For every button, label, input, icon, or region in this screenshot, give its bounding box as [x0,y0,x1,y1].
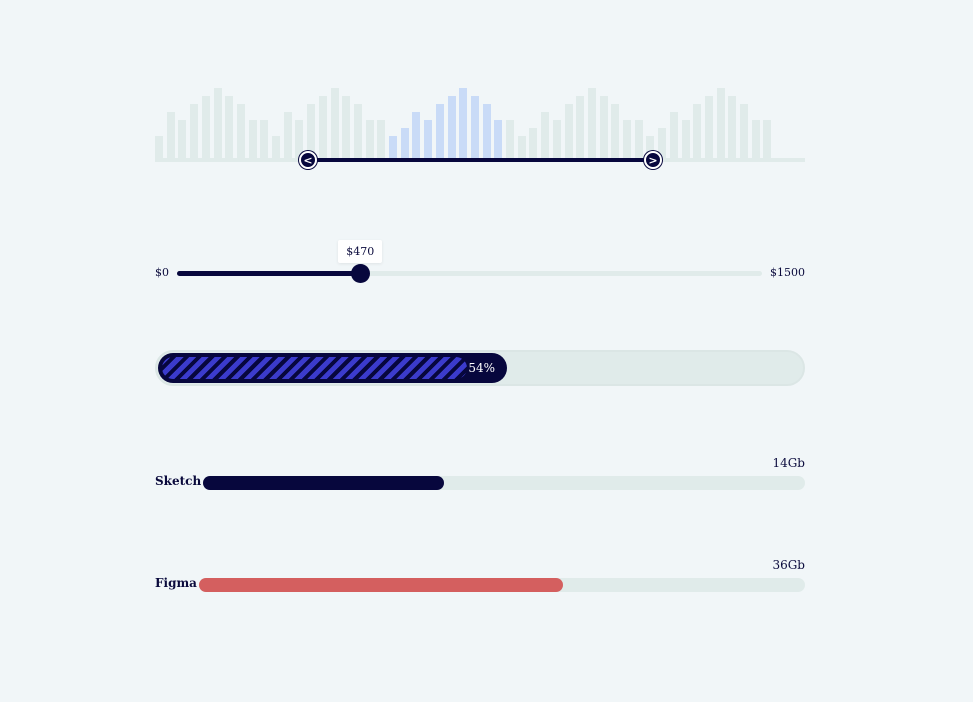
storage-item-figma: 36Gb Figma [155,558,805,598]
histogram-bar [365,120,374,160]
histogram-bar [552,120,561,160]
storage-fill [203,476,444,490]
price-tooltip: $470 [338,240,383,263]
storage-fill [199,578,563,592]
histogram-bar [693,104,702,160]
histogram-bar [447,96,456,160]
histogram-bar [740,104,748,160]
histogram-bar [353,104,362,160]
histogram-bar [529,128,538,160]
histogram-bar [260,120,269,160]
price-fill [177,271,361,276]
histogram-bar [634,120,643,160]
histogram-bar [470,96,479,160]
histogram-bar [412,112,421,160]
storage-app-name: Figma [155,576,197,590]
storage-size: 36Gb [772,558,805,572]
histogram-range-slider[interactable]: < > [155,80,805,169]
histogram-bar [435,104,444,160]
histogram-bar [564,104,573,160]
histogram-bar [494,120,503,160]
histogram-bar [389,136,397,160]
histogram-bar [517,136,526,160]
histogram-bar [611,104,620,160]
histogram-bar [190,104,199,160]
histogram-bar [178,120,187,160]
price-track[interactable]: $470 [177,240,762,283]
histogram-bar [213,88,222,160]
histogram-bar [225,96,234,160]
histogram-bar [576,96,585,160]
storage-item-sketch: 14Gb Sketch [155,456,805,496]
histogram-bar [459,88,468,160]
storage-track [199,578,805,592]
histogram-bar [330,88,339,160]
storage-track [203,476,805,490]
striped-progress-bar: 54% [155,350,805,386]
histogram-bar [681,120,690,160]
storage-app-name: Sketch [155,474,202,488]
histogram-bars [155,80,805,160]
histogram-bar [751,120,760,160]
histogram-bar [342,96,351,160]
striped-progress-fill: 54% [158,353,507,383]
histogram-bar [283,112,292,160]
histogram-bar [236,104,245,160]
histogram-bar [482,104,491,160]
price-min-label: $0 [155,266,169,279]
histogram-bar [424,120,433,160]
histogram-bar [377,120,386,160]
progress-stripes [162,357,467,379]
histogram-bar [155,136,163,160]
histogram-bar [272,136,280,160]
histogram-bar [201,96,210,160]
progress-percent-label: 54% [468,361,495,375]
histogram-bar [541,112,550,160]
histogram-bar [587,88,596,160]
histogram-bar [318,96,327,160]
histogram-bar [763,120,772,160]
histogram-bar [506,120,514,160]
storage-size: 14Gb [772,456,805,470]
histogram-bar [400,128,409,160]
range-handle-right[interactable]: > [644,151,662,169]
histogram-bar [248,120,257,160]
histogram-bar [669,112,678,160]
histogram-bar [623,120,631,160]
histogram-bar [599,96,608,160]
histogram-bar [728,96,737,160]
price-thumb[interactable] [351,264,371,283]
histogram-bar [716,88,725,160]
range-handle-left[interactable]: < [299,151,317,169]
range-selected-track [308,158,653,162]
histogram-bar [166,112,175,160]
price-slider: $0 $470 $1500 [155,240,805,284]
histogram-bar [704,96,713,160]
price-max-label: $1500 [770,266,805,279]
